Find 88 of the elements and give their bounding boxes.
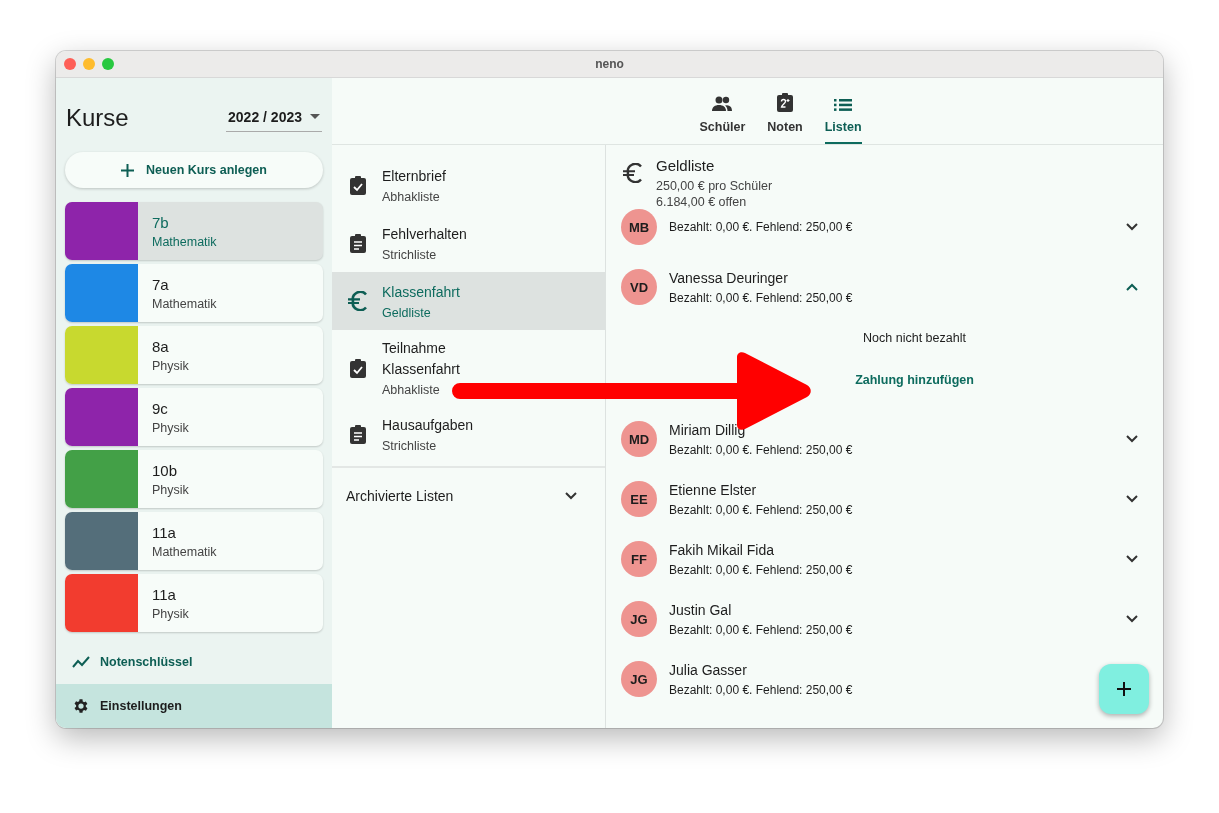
- list-item[interactable]: Hausaufgaben Strichliste: [332, 405, 605, 463]
- course-name: 10b: [152, 461, 179, 479]
- grade-key-link[interactable]: Notenschlüssel: [56, 640, 332, 684]
- course-name: 8a: [152, 337, 170, 355]
- course-card[interactable]: 11a Mathematik: [65, 512, 323, 570]
- student-row[interactable]: FF Fakih Mikail Fida Bezahlt: 0,00 €. Fehlend: 250,00 €: [606, 529, 1163, 589]
- chevron-icon: [565, 492, 577, 500]
- course-name: 9c: [152, 399, 169, 417]
- clipboard-check-icon: [347, 357, 369, 378]
- course-card[interactable]: 10b Physik: [65, 450, 323, 508]
- people-icon: [711, 96, 734, 112]
- course-name: 11a: [152, 523, 177, 541]
- student-name: Vanessa Deuringer: [669, 269, 788, 286]
- course-subject: Physik: [152, 482, 189, 497]
- new-course-button[interactable]: Neuen Kurs anlegen: [65, 152, 323, 188]
- course-card[interactable]: 9c Physik: [65, 388, 323, 446]
- list-item[interactable]: Teilnahme Klassenfahrt Abhakliste: [332, 330, 605, 405]
- avatar: MB: [621, 209, 657, 245]
- avatar: EE: [621, 481, 657, 517]
- list-item[interactable]: Klassenfahrt Geldliste: [332, 272, 605, 330]
- chevron-down-icon[interactable]: [1126, 555, 1138, 563]
- payment-status: Bezahlt: 0,00 €. Fehlend: 250,00 €: [669, 562, 853, 577]
- student-name: Julia Gasser: [669, 661, 747, 678]
- avatar: VD: [621, 269, 657, 305]
- course-name: 7b: [152, 213, 170, 231]
- list-title: Geldliste: [656, 157, 716, 174]
- per-student-amount: 250,00 € pro Schüler: [656, 179, 773, 193]
- course-name: 11a: [152, 585, 177, 603]
- list-icon: [834, 98, 853, 112]
- payment-status: Bezahlt: 0,00 €. Fehlend: 250,00 €: [669, 502, 853, 517]
- euro-icon: [347, 291, 369, 311]
- student-row[interactable]: JG Julia Gasser Bezahlt: 0,00 €. Fehlend: 250,00 €: [606, 649, 1163, 709]
- list-item[interactable]: Fehlverhalten Strichliste: [332, 214, 605, 272]
- open-amount: 6.184,00 € offen: [656, 195, 748, 209]
- payment-status: Bezahlt: 0,00 €. Fehlend: 250,00 €: [669, 442, 853, 457]
- clipboard-check-icon: [347, 175, 369, 195]
- archived-lists-toggle[interactable]: Archivierte Listen: [332, 466, 605, 524]
- avatar: MD: [621, 421, 657, 457]
- student-row[interactable]: MB Bezahlt: 0,00 €. Fehlend: 250,00 €: [606, 209, 1163, 245]
- gear-icon: [72, 697, 90, 715]
- student-row[interactable]: EE Etienne Elster Bezahlt: 0,00 €. Fehlend: 250,00 €: [606, 469, 1163, 529]
- chevron-down-icon[interactable]: [1126, 495, 1138, 503]
- chevron-down-icon[interactable]: [1126, 435, 1138, 443]
- student-name: Fakih Mikail Fida: [669, 541, 775, 558]
- tab[interactable]: Noten: [767, 78, 803, 144]
- payment-status: Bezahlt: 0,00 €. Fehlend: 250,00 €: [669, 622, 853, 637]
- window-title: neno: [595, 57, 624, 71]
- payment-state: Noch nicht bezahlt: [863, 331, 966, 345]
- add-payment-link[interactable]: Zahlung hinzufügen: [855, 373, 974, 387]
- settings-item[interactable]: Einstellungen: [56, 684, 332, 728]
- grade-clipboard-icon: [776, 92, 794, 112]
- caret-icon: [310, 113, 320, 120]
- course-card[interactable]: 7b Mathematik: [65, 202, 323, 260]
- avatar: JG: [621, 661, 657, 697]
- close-button[interactable]: [64, 58, 76, 70]
- course-card[interactable]: 11a Physik: [65, 574, 323, 632]
- plus-icon: [121, 163, 135, 177]
- student-row[interactable]: VD Vanessa Deuringer Bezahlt: 0,00 €. Fehlend: 250,00 €: [606, 257, 1163, 317]
- student-row[interactable]: JG Justin Gal Bezahlt: 0,00 €. Fehlend: 250,00 €: [606, 589, 1163, 649]
- payment-status: Bezahlt: 0,00 €. Fehlend: 250,00 €: [669, 220, 853, 234]
- chevron-down-icon[interactable]: [1126, 615, 1138, 623]
- chevron-down-icon[interactable]: [1126, 223, 1138, 231]
- clipboard-list-icon: [347, 233, 369, 253]
- add-button[interactable]: [1099, 664, 1149, 714]
- clipboard-list-icon: [347, 424, 369, 444]
- chevron-up-icon[interactable]: [1126, 283, 1138, 291]
- payment-status: Bezahlt: 0,00 €. Fehlend: 250,00 €: [669, 290, 853, 305]
- avatar: FF: [621, 541, 657, 577]
- tab[interactable]: Schüler: [699, 78, 746, 144]
- course-card[interactable]: 7a Mathematik: [65, 264, 323, 322]
- course-subject: Physik: [152, 420, 189, 435]
- student-name: Etienne Elster: [669, 481, 757, 498]
- euro-icon: [622, 163, 644, 183]
- course-name: 7a: [152, 275, 170, 293]
- course-subject: Mathematik: [152, 296, 217, 311]
- avatar: JG: [621, 601, 657, 637]
- student-name: Justin Gal: [669, 601, 732, 618]
- course-subject: Physik: [152, 606, 189, 621]
- sidebar-title: Kurse: [66, 104, 129, 132]
- course-subject: Mathematik: [152, 544, 217, 559]
- plus-icon: [1117, 682, 1131, 696]
- course-subject: Mathematik: [152, 234, 217, 249]
- payment-status: Bezahlt: 0,00 €. Fehlend: 250,00 €: [669, 682, 853, 697]
- year-dropdown[interactable]: 2022 / 2023: [226, 104, 322, 132]
- course-subject: Physik: [152, 358, 189, 373]
- trend-icon: [72, 656, 90, 668]
- list-item[interactable]: Elternbrief Abhakliste: [332, 156, 605, 214]
- course-card[interactable]: 8a Physik: [65, 326, 323, 384]
